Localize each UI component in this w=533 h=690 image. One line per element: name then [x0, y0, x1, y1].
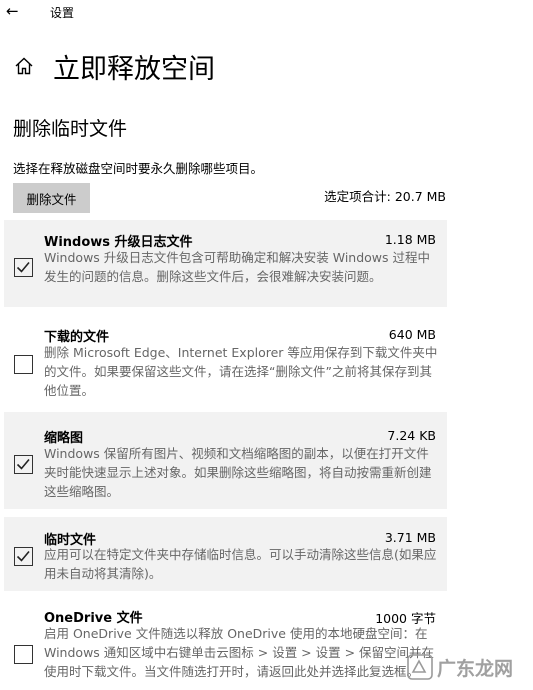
check-icon [16, 458, 30, 470]
watermark-logo: 广东龙网 [407, 654, 513, 680]
item-size: 1.18 MB [384, 232, 436, 247]
delete-files-button[interactable]: 删除文件 [13, 183, 90, 213]
section-description: 选择在释放磁盘空间时要永久删除哪些项目。 [13, 161, 264, 176]
selected-total: 选定项合计: 20.7 MB [324, 189, 446, 204]
item-description: 删除 Microsoft Edge、Internet Explorer 等应用保… [44, 345, 438, 398]
check-icon [16, 261, 30, 273]
list-item[interactable]: 缩略图 7.24 KB Windows 保留所有图片、视频和文档缩略图的副本，以… [4, 412, 447, 509]
item-description: 应用可以在特定文件夹中存储临时信息。可以手动清除这些信息(如果应用未自动将其清除… [44, 547, 437, 581]
page-title: 立即释放空间 [53, 54, 215, 85]
app-title: 设置 [50, 6, 75, 20]
back-arrow-icon[interactable]: ← [6, 2, 19, 20]
check-icon [16, 550, 30, 562]
item-size: 7.24 KB [387, 428, 436, 443]
list-item[interactable]: 下载的文件 640 MB 删除 Microsoft Edge、Internet … [4, 315, 447, 404]
item-size: 3.71 MB [384, 530, 436, 545]
list-item[interactable]: Windows 升级日志文件 1.18 MB Windows 升级日志文件包含可… [4, 220, 447, 307]
item-checkbox[interactable] [14, 645, 33, 664]
item-checkbox[interactable] [14, 455, 33, 474]
item-description: Windows 保留所有图片、视频和文档缩略图的副本，以便在打开文件夹时能快速显… [44, 446, 432, 499]
temp-files-list: Windows 升级日志文件 1.18 MB Windows 升级日志文件包含可… [4, 220, 447, 690]
home-icon [15, 57, 33, 75]
page-header: 立即释放空间 [0, 44, 533, 88]
title-bar: ← 设置 [0, 0, 533, 24]
item-size: 640 MB [388, 327, 436, 342]
item-checkbox[interactable] [14, 258, 33, 277]
list-item[interactable]: 临时文件 3.71 MB 应用可以在特定文件夹中存储临时信息。可以手动清除这些信… [4, 517, 447, 591]
item-checkbox[interactable] [14, 547, 33, 566]
item-description: 启用 OneDrive 文件随选以释放 OneDrive 使用的本地硬盘空间：在… [44, 626, 435, 679]
item-checkbox[interactable] [14, 355, 33, 374]
watermark-text: 广东龙网 [437, 657, 513, 680]
item-description: Windows 升级日志文件包含可帮助确定和解决安装 Windows 过程中发生… [44, 250, 431, 284]
list-item[interactable]: OneDrive 文件 1000 字节 启用 OneDrive 文件随选以释放 … [4, 599, 447, 690]
section-title: 删除临时文件 [13, 118, 128, 140]
